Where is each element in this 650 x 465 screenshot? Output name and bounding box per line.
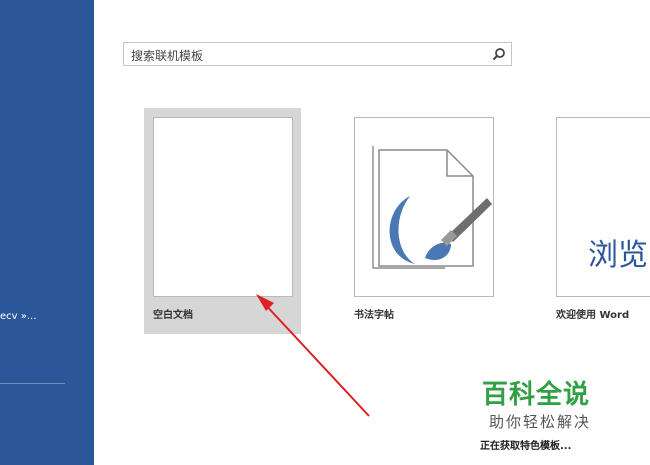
template-calligraphy[interactable] <box>354 117 494 297</box>
sidebar-divider <box>0 383 65 384</box>
search-icon[interactable] <box>492 47 506 61</box>
calligraphy-icon <box>372 146 492 269</box>
watermark-logo: 百科全说 助你轻松解决 <box>462 361 625 439</box>
watermark-subtitle: 助你轻松解决 <box>489 413 592 431</box>
search-input[interactable]: 搜索联机模板 <box>131 47 203 64</box>
search-box[interactable]: 搜索联机模板 <box>123 42 512 66</box>
sidebar: ecv »... <box>0 0 94 465</box>
watermark-title: 百科全说 <box>482 380 591 410</box>
template-label: 空白文档 <box>153 310 193 321</box>
template-label: 书法字帖 <box>354 310 394 321</box>
template-label: 欢迎使用 Word <box>556 310 630 321</box>
recent-file-link[interactable]: ecv »... <box>0 311 36 322</box>
status-text: 正在获取特色模板... <box>480 441 572 452</box>
blank-document-thumbnail <box>153 117 293 297</box>
welcome-thumbnail-text: 浏览 <box>588 238 648 273</box>
